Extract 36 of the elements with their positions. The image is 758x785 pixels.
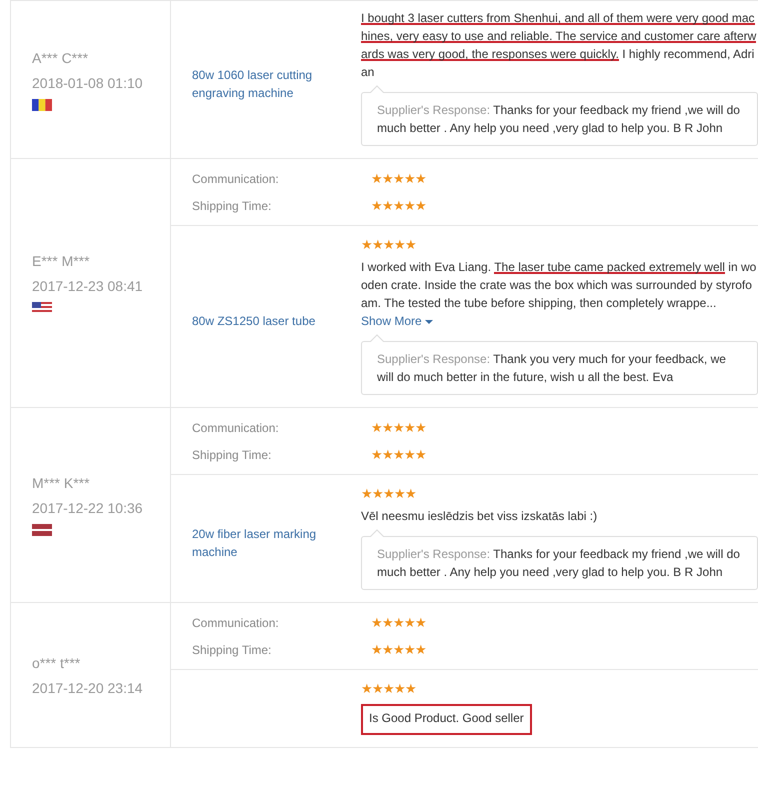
review-date: 2017-12-23 08:41 (32, 277, 144, 295)
review-date: 2017-12-20 23:14 (32, 678, 144, 696)
rating-label: Shipping Time: (192, 642, 272, 658)
star-rating: ★★★★★ (371, 420, 426, 434)
rating-label: Communication: (192, 170, 279, 188)
star-rating: ★★★★★ (371, 616, 426, 630)
star-rating: ★★★★★ (361, 681, 416, 696)
reviewer-name: A*** C*** (32, 48, 90, 66)
callout-pointer-icon (370, 529, 384, 537)
rating-label: Communication: (192, 420, 279, 436)
product-link[interactable]: 20w fiber laser marking machine (192, 524, 361, 560)
product-link[interactable]: 80w ZS1250 laser tube (192, 312, 316, 330)
review-date: 2018-01-08 01:10 (32, 74, 144, 92)
rating-label: Communication: (192, 614, 279, 632)
rating-label: Shipping Time: (192, 446, 272, 464)
star-rating: ★★★★★ (371, 642, 426, 656)
rating-label: Shipping Time: (192, 198, 272, 214)
reviewer-name: E*** M*** (32, 252, 91, 270)
star-rating: ★★★★★ (371, 448, 426, 462)
review-text: Is Good Product. Good seller (361, 704, 758, 735)
product-link[interactable]: 80w 1060 laser cutting engraving machine (192, 66, 361, 102)
star-rating: ★★★★★ (371, 198, 426, 212)
review-date: 2017-12-22 10:36 (32, 499, 144, 517)
review-text: I worked with Eva Liang. The laser tube came packed extremely well in wooden crate. Inside the crate was the box which was surrounded by styrofoam. The tested the tube before shipping, then completely wrappe... (361, 259, 758, 312)
star-rating: ★★★★★ (361, 486, 416, 501)
star-rating: ★★★★★ (361, 237, 416, 252)
callout-pointer-icon (370, 85, 384, 93)
supplier-response: Supplier's Response: Thank you very much for your feedback, we will do much better in the future, wish u all the best. Eva (361, 341, 758, 395)
supplier-response: Supplier's Response: Thanks for your feedback my friend ,we will do much better . Any help you need ,very glad to help you. B R John (361, 536, 758, 590)
reviewer-name: M*** K*** (32, 474, 91, 492)
show-more-link[interactable]: Show More (361, 312, 433, 330)
callout-pointer-icon (370, 334, 384, 342)
star-rating: ★★★★★ (371, 172, 426, 186)
review-text: Vēl neesmu ieslēdzis bet viss izskatās labi :) (361, 508, 598, 525)
reviewer-name: o*** t*** (32, 654, 82, 672)
supplier-response: Supplier's Response: Thanks for your feedback my friend ,we will do much better . Any help you need ,very glad to help you. B R John (361, 92, 758, 146)
